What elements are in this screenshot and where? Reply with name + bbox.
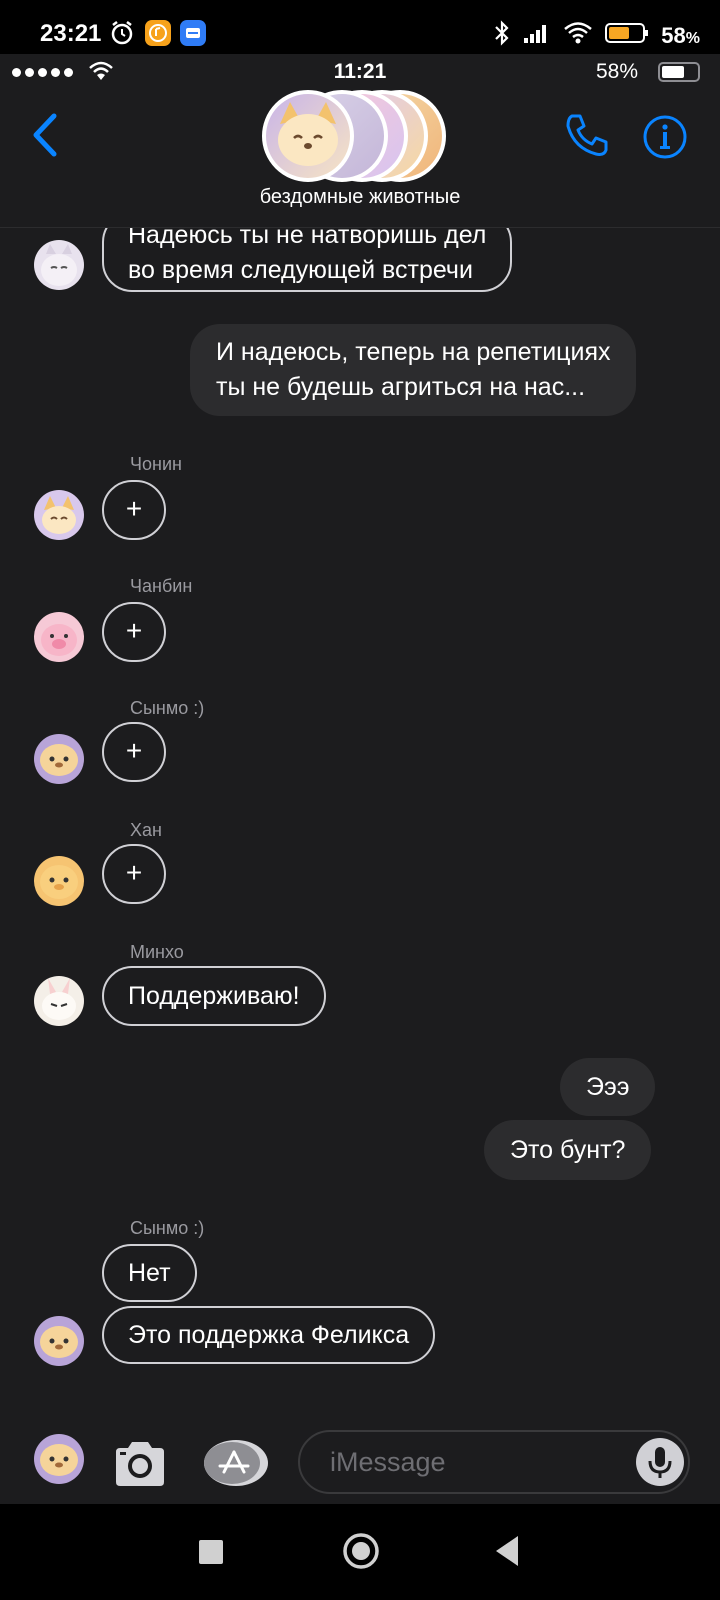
outgoing-message[interactable]: И надеюсь, теперь на репетициях ты не бу… bbox=[190, 324, 637, 416]
sender-name: Хан bbox=[130, 820, 162, 840]
battery-percent: 58% bbox=[661, 23, 700, 48]
app-store-icon[interactable] bbox=[202, 1438, 270, 1488]
android-status-bar: 23:21 58% bbox=[0, 0, 720, 54]
plus-reaction-bubble[interactable]: + bbox=[102, 480, 166, 540]
sender-name: Минхо bbox=[130, 942, 184, 962]
bluetooth-icon bbox=[493, 20, 511, 52]
member-avatar-front bbox=[262, 90, 354, 182]
ios-battery-percent: 58% bbox=[595, 60, 638, 83]
sender-name: Сынмо :) bbox=[130, 698, 205, 718]
outgoing-message[interactable]: Эээ bbox=[560, 1058, 656, 1116]
plus-reaction-bubble[interactable]: + bbox=[102, 722, 166, 782]
contact-avatar[interactable] bbox=[34, 1316, 84, 1366]
contact-avatar[interactable] bbox=[34, 240, 84, 290]
imessage-input[interactable] bbox=[298, 1430, 690, 1494]
camera-icon[interactable] bbox=[112, 1440, 168, 1488]
file-app-icon bbox=[180, 20, 206, 46]
outgoing-message[interactable]: Это бунт? bbox=[484, 1120, 652, 1180]
battery-icon bbox=[605, 21, 649, 51]
group-name[interactable]: бездомные животные bbox=[0, 186, 720, 209]
ios-status-bar: 11:21 58% bbox=[0, 54, 720, 90]
contact-avatar[interactable] bbox=[34, 490, 84, 540]
back-button[interactable] bbox=[26, 110, 66, 160]
music-app-icon bbox=[145, 20, 171, 46]
sender-name: Сынмо :) bbox=[130, 1218, 205, 1238]
wifi-icon bbox=[563, 21, 593, 51]
info-icon[interactable] bbox=[642, 114, 688, 160]
status-time: 23:21 bbox=[40, 20, 102, 47]
incoming-message[interactable]: Надеюсь ты не натворишь дел во время сле… bbox=[102, 228, 513, 292]
memoji-button[interactable] bbox=[34, 1434, 84, 1484]
message-list[interactable]: Надеюсь ты не натворишь дел во время сле… bbox=[0, 228, 720, 1420]
recents-button[interactable] bbox=[199, 1540, 223, 1564]
plus-reaction-bubble[interactable]: + bbox=[102, 602, 166, 662]
cellular-signal-icon bbox=[523, 22, 551, 50]
ios-battery-icon bbox=[658, 62, 700, 82]
contact-avatar[interactable] bbox=[34, 734, 84, 784]
contact-avatar[interactable] bbox=[34, 976, 84, 1026]
group-avatar-stack[interactable] bbox=[262, 90, 462, 184]
incoming-message[interactable]: Нет bbox=[102, 1244, 197, 1302]
back-nav-button[interactable] bbox=[492, 1534, 522, 1568]
incoming-message[interactable]: Это поддержка Феликса bbox=[102, 1306, 436, 1364]
sender-name: Чанбин bbox=[130, 576, 193, 596]
compose-bar bbox=[0, 1420, 720, 1504]
android-navigation-bar bbox=[0, 1504, 720, 1600]
phone-icon[interactable] bbox=[562, 110, 612, 160]
contact-avatar[interactable] bbox=[34, 612, 84, 662]
sender-name: Чонин bbox=[130, 454, 182, 474]
incoming-message[interactable]: Поддерживаю! bbox=[102, 966, 326, 1026]
plus-reaction-bubble[interactable]: + bbox=[102, 844, 166, 904]
microphone-icon[interactable] bbox=[636, 1438, 684, 1486]
conversation-header: бездомные животные bbox=[0, 90, 720, 228]
contact-avatar[interactable] bbox=[34, 856, 84, 906]
alarm-icon bbox=[110, 20, 134, 51]
home-button[interactable] bbox=[342, 1532, 380, 1570]
